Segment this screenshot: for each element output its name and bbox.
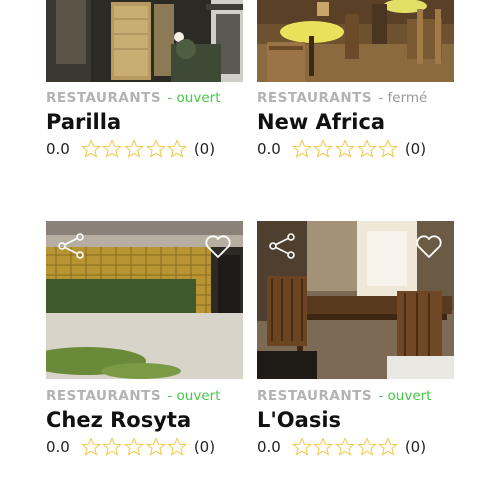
star-icon[interactable] bbox=[102, 437, 123, 457]
star-icon[interactable] bbox=[145, 437, 166, 457]
share-icon[interactable] bbox=[56, 231, 86, 261]
rating-value: 0.0 bbox=[257, 140, 281, 158]
review-count: (0) bbox=[404, 140, 427, 158]
restaurant-card[interactable] bbox=[257, 221, 454, 379]
star-icon[interactable] bbox=[80, 437, 101, 457]
category-label: RESTAURANTS bbox=[257, 90, 373, 106]
star-icon[interactable] bbox=[335, 437, 355, 457]
status-label: - fermé bbox=[378, 90, 428, 106]
rating-row: 0.0 (0) bbox=[257, 139, 426, 159]
restaurant-name[interactable]: Parilla bbox=[46, 110, 121, 134]
rating-row: 0.0 (0) bbox=[46, 139, 215, 159]
star-icon[interactable] bbox=[145, 139, 166, 159]
star-rating[interactable] bbox=[291, 139, 400, 159]
review-count: (0) bbox=[193, 438, 216, 456]
heart-icon[interactable] bbox=[203, 231, 233, 261]
restaurant-photo[interactable] bbox=[257, 0, 454, 82]
star-icon[interactable] bbox=[335, 139, 355, 159]
restaurant-photo[interactable] bbox=[46, 221, 243, 379]
star-rating[interactable] bbox=[80, 437, 189, 457]
share-icon[interactable] bbox=[267, 231, 297, 261]
star-icon[interactable] bbox=[356, 139, 377, 159]
star-icon[interactable] bbox=[124, 437, 144, 457]
rating-row: 0.0 (0) bbox=[46, 437, 215, 457]
star-rating[interactable] bbox=[80, 139, 189, 159]
star-icon[interactable] bbox=[291, 139, 312, 159]
category-label: RESTAURANTS bbox=[46, 388, 162, 404]
restaurant-card[interactable] bbox=[257, 0, 454, 82]
rating-value: 0.0 bbox=[257, 438, 281, 456]
star-icon[interactable] bbox=[313, 437, 334, 457]
restaurant-name[interactable]: Chez Rosyta bbox=[46, 408, 191, 432]
star-icon[interactable] bbox=[102, 139, 123, 159]
rating-value: 0.0 bbox=[46, 140, 70, 158]
restaurant-name[interactable]: New Africa bbox=[257, 110, 385, 134]
star-icon[interactable] bbox=[167, 139, 188, 159]
rating-row: 0.0 (0) bbox=[257, 437, 426, 457]
status-label: - ouvert bbox=[167, 90, 221, 106]
card-meta: RESTAURANTS - ouvert bbox=[257, 388, 432, 404]
star-icon[interactable] bbox=[124, 139, 144, 159]
card-meta: RESTAURANTS - ouvert bbox=[46, 388, 221, 404]
heart-icon[interactable] bbox=[414, 231, 444, 261]
star-icon[interactable] bbox=[356, 437, 377, 457]
review-count: (0) bbox=[193, 140, 216, 158]
status-label: - ouvert bbox=[167, 388, 221, 404]
star-icon[interactable] bbox=[167, 437, 188, 457]
restaurant-name[interactable]: L'Oasis bbox=[257, 408, 341, 432]
card-meta: RESTAURANTS - fermé bbox=[257, 90, 427, 106]
restaurant-photo[interactable] bbox=[46, 0, 243, 82]
star-rating[interactable] bbox=[291, 437, 400, 457]
restaurant-card[interactable] bbox=[46, 221, 243, 379]
star-icon[interactable] bbox=[291, 437, 312, 457]
category-label: RESTAURANTS bbox=[257, 388, 373, 404]
category-label: RESTAURANTS bbox=[46, 90, 162, 106]
restaurant-photo[interactable] bbox=[257, 221, 454, 379]
star-icon[interactable] bbox=[378, 139, 399, 159]
star-icon[interactable] bbox=[378, 437, 399, 457]
review-count: (0) bbox=[404, 438, 427, 456]
card-meta: RESTAURANTS - ouvert bbox=[46, 90, 221, 106]
star-icon[interactable] bbox=[80, 139, 101, 159]
status-label: - ouvert bbox=[378, 388, 432, 404]
star-icon[interactable] bbox=[313, 139, 334, 159]
rating-value: 0.0 bbox=[46, 438, 70, 456]
restaurant-card[interactable] bbox=[46, 0, 243, 82]
